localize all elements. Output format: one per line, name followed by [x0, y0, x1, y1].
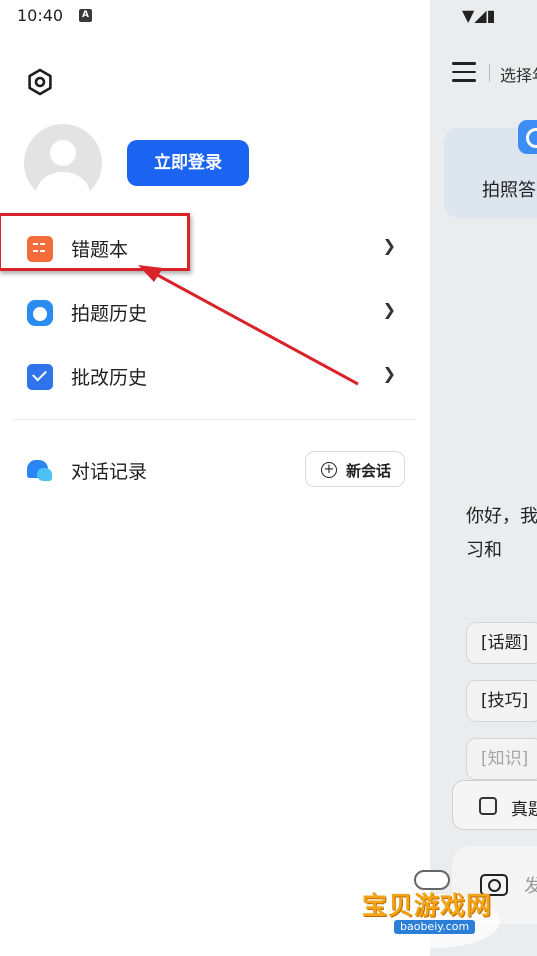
status-time: 10:40 [17, 6, 64, 25]
settings-icon[interactable] [26, 68, 54, 96]
watermark-title: 宝贝游戏网 [362, 891, 493, 920]
chevron-right-icon: ❯ [382, 364, 396, 383]
menu-item-photo-history[interactable]: 拍题历史 ❯ [0, 283, 430, 339]
exam-book-icon [479, 797, 497, 815]
watermark-url: baobeiy.com [394, 920, 476, 934]
menu-item-label: 拍题历史 [71, 303, 148, 325]
greeting-text: 你好，我 解题、批 前预习和 [466, 506, 537, 561]
highlight-box [0, 213, 190, 271]
menu-item-correction-history[interactable]: 批改历史 ❯ [0, 347, 430, 403]
message-placeholder: 发 [524, 876, 537, 897]
camera-search-icon [518, 120, 537, 154]
chat-bubble-icon [27, 458, 53, 484]
login-button[interactable]: 立即登录 [127, 140, 249, 186]
header-divider [489, 64, 490, 82]
new-chat-label: 新会话 [346, 462, 392, 480]
status-bar: 10:40 A [0, 0, 430, 34]
photo-answer-card[interactable]: 拍照答 [444, 120, 537, 218]
side-drawer: 10:40 A 立即登录 错题本 ❯ 拍题历史 ❯ 批改历史 ❯ 对话记录 + … [0, 0, 430, 956]
notification-icon: A [79, 9, 92, 22]
correction-history-icon [27, 364, 53, 390]
main-screen-background: ▼◢▮ 选择年 拍照答 你好，我 解题、批 前预习和 [话题] [技巧] [知识… [430, 0, 537, 956]
real-exam-label: 真题 [511, 800, 537, 820]
photo-history-icon [27, 300, 53, 326]
section-divider [14, 419, 416, 420]
site-watermark: 宝贝游戏网 baobeiy.com [362, 866, 512, 950]
topic-chip[interactable]: [话题] [466, 622, 537, 664]
chat-history-label: 对话记录 [71, 461, 148, 483]
grade-select[interactable]: 选择年 [500, 62, 537, 86]
menu-item-label: 批改历史 [71, 367, 148, 389]
avatar[interactable] [24, 124, 102, 202]
chevron-right-icon: ❯ [382, 236, 396, 255]
photo-answer-label: 拍照答 [482, 180, 536, 201]
plus-circle-icon: + [321, 462, 337, 478]
chevron-right-icon: ❯ [382, 300, 396, 319]
tips-chip[interactable]: [技巧] [466, 680, 537, 722]
menu-icon[interactable] [452, 62, 476, 88]
knowledge-chip[interactable]: [知识] [466, 738, 537, 780]
status-icons-right: ▼◢▮ [462, 6, 496, 25]
new-chat-button[interactable]: + 新会话 [305, 451, 405, 487]
real-exam-button[interactable]: 真题 [452, 780, 537, 830]
